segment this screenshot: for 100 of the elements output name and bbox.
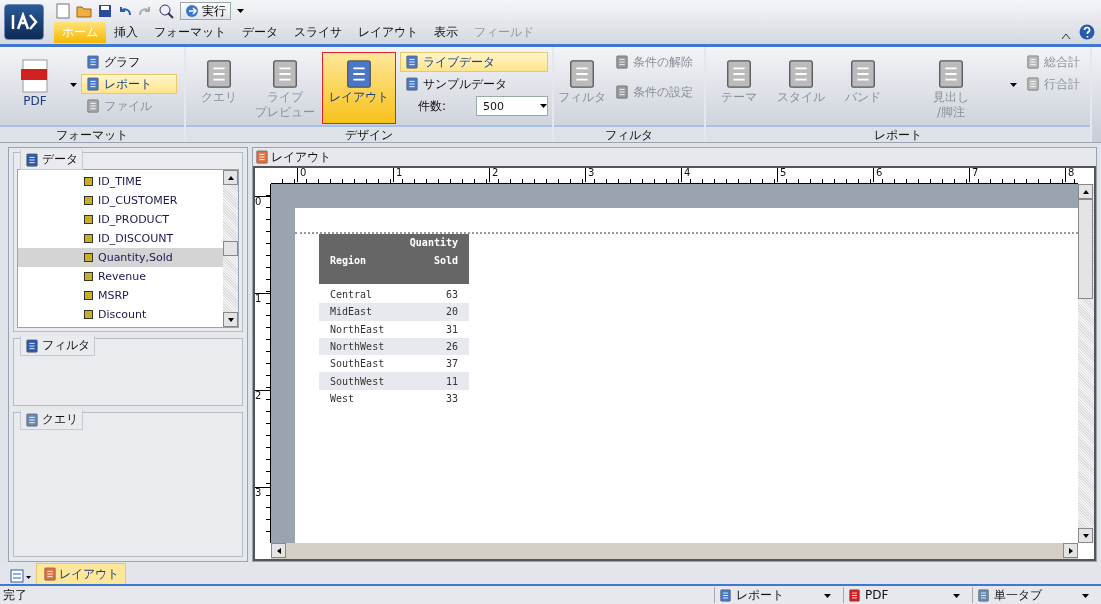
group-label: フォーマット: [0, 125, 184, 142]
group-label: デザイン: [186, 125, 552, 142]
document-icon: [86, 99, 100, 113]
table-cell: SouthEast: [330, 358, 385, 370]
field-item[interactable]: ID_DISCOUNT: [18, 229, 223, 248]
menu-tab[interactable]: データ: [234, 22, 286, 43]
caret-icon: [237, 9, 244, 13]
field-item[interactable]: Discount: [18, 305, 223, 324]
group-label: レポート: [706, 125, 1090, 142]
panel-title: フィルタ: [20, 336, 95, 357]
table-cell: NorthWest: [330, 341, 385, 353]
lines-icon: [1026, 77, 1040, 91]
format-option[interactable]: レポート: [81, 74, 177, 94]
data-mode-option[interactable]: ライブデータ: [399, 52, 548, 72]
table-cell: West: [330, 392, 355, 404]
menu-tab[interactable]: フォーマット: [146, 22, 234, 43]
button-label-line: 見出し: [933, 91, 969, 104]
column-header: Quantity Sold: [408, 236, 458, 268]
column-header: Region: [330, 254, 367, 268]
document-icon: [724, 59, 754, 89]
undo-icon[interactable]: [118, 5, 132, 17]
scroll-thumb[interactable]: [1078, 199, 1093, 299]
scrollbar[interactable]: [223, 170, 238, 328]
down-arrow-icon[interactable]: [1081, 531, 1090, 540]
scrollbar[interactable]: [1078, 184, 1094, 543]
document-icon: [848, 59, 878, 89]
field-icon: [84, 215, 93, 224]
menu-tab[interactable]: スライサ: [286, 22, 350, 43]
caret-icon: [824, 593, 831, 598]
arrow-circle-icon: [185, 4, 199, 18]
document-icon: [25, 412, 39, 427]
document-icon: [936, 59, 966, 89]
table-cell: SouthWest: [330, 375, 385, 387]
field-icon: [84, 272, 93, 281]
field-item[interactable]: Revenue: [18, 267, 223, 286]
panel-title: データ: [20, 150, 83, 170]
status-dropdown[interactable]: PDF: [843, 587, 964, 603]
search-icon[interactable]: [158, 3, 174, 19]
document-icon: [404, 55, 419, 69]
pdf-button[interactable]: PDF: [4, 52, 66, 124]
menu-tab[interactable]: 表示: [426, 22, 466, 43]
data-mode-option[interactable]: サンプルデータ: [399, 74, 548, 94]
field-icon: [84, 310, 93, 319]
field-icon: [84, 177, 93, 186]
view-tab[interactable]: レイアウト: [36, 563, 126, 584]
document-icon: [977, 588, 990, 602]
format-option[interactable]: グラフ: [81, 52, 177, 72]
horizontal-ruler: 0 1 2 3 4 5 6 7 8: [271, 168, 1078, 184]
run-button[interactable]: 実行: [180, 2, 231, 20]
table-cell: 31: [445, 323, 458, 335]
field-icon: [84, 253, 93, 262]
caret-icon: [70, 83, 77, 87]
caret-icon: [953, 593, 960, 598]
field-item[interactable]: Quantity,Sold: [18, 248, 223, 267]
group-label: フィルタ: [554, 125, 704, 142]
help-icon[interactable]: [1079, 24, 1095, 40]
view-menu-icon[interactable]: [10, 568, 32, 584]
field-item[interactable]: ID_PRODUCT: [18, 210, 223, 229]
count-label: 件数:: [417, 97, 446, 115]
table-cell: 63: [445, 289, 458, 301]
document-icon: [786, 59, 816, 89]
menu-tab[interactable]: 挿入: [106, 22, 146, 43]
caret-icon: [1010, 83, 1017, 87]
vertical-ruler: 0 1 2 3: [255, 184, 271, 543]
menu-tab[interactable]: レイアウト: [350, 22, 426, 43]
status-text: 完了: [2, 586, 28, 604]
scrollbar[interactable]: [271, 543, 1078, 559]
status-dropdown[interactable]: 単一タブ: [972, 587, 1093, 603]
down-arrow-icon[interactable]: [226, 315, 235, 324]
button-label-line: プレビュー: [254, 106, 315, 119]
table-cell: 20: [445, 306, 458, 318]
document-icon: [86, 77, 100, 91]
document-icon: [86, 55, 100, 69]
table-cell: NorthEast: [330, 323, 385, 335]
table-cell: 11: [445, 375, 458, 387]
table-cell: 26: [445, 341, 458, 353]
field-icon: [84, 291, 93, 300]
field-icon: [84, 196, 93, 205]
field-item[interactable]: MSRP: [18, 286, 223, 305]
folder-icon[interactable]: [76, 4, 92, 18]
field-item[interactable]: ID_TIME: [18, 172, 223, 191]
right-arrow-icon[interactable]: [1066, 546, 1075, 555]
document-icon: [404, 77, 419, 91]
dropdown-arrow-icon[interactable]: [237, 9, 244, 13]
table-cell: MidEast: [330, 306, 373, 318]
scroll-thumb[interactable]: [223, 241, 238, 257]
status-dropdown[interactable]: レポート: [714, 587, 835, 603]
pdf-document-icon: [20, 59, 50, 93]
document-icon: [848, 588, 861, 602]
table-cell: Central: [330, 289, 373, 301]
save-icon[interactable]: [98, 4, 112, 18]
count-select[interactable]: 500: [476, 96, 548, 116]
collapse-ribbon-icon[interactable]: [1061, 32, 1071, 40]
app-logo[interactable]: [4, 4, 44, 40]
button-label-line: ライブ: [266, 91, 303, 104]
field-item[interactable]: ID_CUSTOMER: [18, 191, 223, 210]
panel-title: クエリ: [20, 410, 83, 431]
lines-icon: [1026, 55, 1040, 69]
design-button[interactable]: レイアウト: [321, 52, 396, 124]
caret-icon: [1082, 593, 1089, 598]
